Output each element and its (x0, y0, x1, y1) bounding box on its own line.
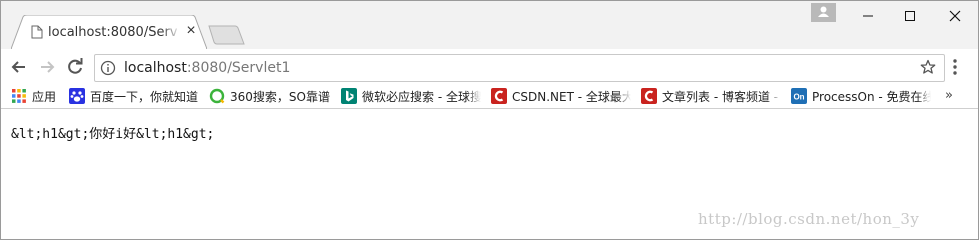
minimize-icon[interactable] (846, 1, 890, 31)
bookmark-label: 应用 (32, 89, 57, 104)
browser-window: localhost:8080/Servlet1 × (0, 0, 979, 240)
bing-icon (341, 88, 357, 104)
bookmark-processon[interactable]: On ProcessOn - 免费在线 (791, 85, 931, 107)
tab-strip: localhost:8080/Servlet1 × (1, 1, 978, 49)
url-host: localhost (124, 60, 187, 76)
label-fade (767, 85, 781, 107)
360-ring-icon (209, 88, 225, 104)
reload-icon[interactable] (65, 57, 85, 77)
bookmark-label: ProcessOn - 免费在线 (812, 89, 931, 104)
toolbar: localhost:8080/Servlet1 (1, 49, 978, 85)
apps-grid-icon (11, 88, 27, 104)
bookmark-label: 微软必应搜索 - 全球搜 (362, 89, 481, 104)
csdn-icon (491, 88, 507, 104)
url-text[interactable]: localhost:8080/Servlet1 (124, 60, 290, 76)
back-arrow-icon[interactable] (9, 57, 29, 77)
processon-icon: On (791, 88, 807, 104)
tab-title-fade (161, 21, 181, 43)
tab-title: localhost:8080/Servlet1 (48, 25, 178, 40)
label-fade (617, 85, 631, 107)
bookmark-label: 文章列表 - 博客频道 - (662, 89, 779, 104)
bookmark-csdn[interactable]: CSDN.NET - 全球最大 (491, 85, 631, 107)
bookmark-label: 360搜索，SO靠谱 (230, 89, 330, 104)
page-content: &lt;h1&gt;你好i好&lt;h1&gt; http://blog.csd… (1, 109, 978, 239)
baidu-paw-icon (69, 88, 85, 104)
label-fade (917, 85, 931, 107)
bookmark-blog-articles[interactable]: 文章列表 - 博客频道 - (641, 85, 781, 107)
bookmark-label: 百度一下，你就知道 (90, 89, 199, 104)
bookmark-apps[interactable]: 应用 (11, 85, 63, 107)
url-path: :8080/Servlet1 (186, 60, 291, 76)
new-tab-button[interactable] (208, 25, 246, 45)
tab-active[interactable]: localhost:8080/Servlet1 × (11, 15, 207, 49)
info-icon[interactable] (100, 60, 116, 76)
watermark: http://blog.csdn.net/hon_3y (698, 210, 920, 228)
bookmark-baidu[interactable]: 百度一下，你就知道 (69, 85, 201, 107)
tab-close-icon[interactable]: × (183, 23, 199, 39)
label-fade (467, 85, 481, 107)
bookmarks-overflow-icon[interactable]: » (945, 88, 953, 103)
forward-arrow-icon[interactable] (37, 57, 57, 77)
bookmarks-bar: 应用 百度一下，你就知道 360搜索，SO靠谱 微软必应搜索 - 全球搜 CSD… (1, 85, 978, 107)
address-bar[interactable]: localhost:8080/Servlet1 (94, 54, 945, 82)
svg-text:On: On (793, 93, 804, 102)
maximize-icon[interactable] (888, 1, 932, 31)
close-icon[interactable] (933, 1, 977, 31)
star-icon[interactable] (920, 59, 936, 75)
person-icon[interactable] (811, 3, 836, 22)
bookmark-label: CSDN.NET - 全球最大 (512, 89, 631, 104)
page-body-text: &lt;h1&gt;你好i好&lt;h1&gt; (11, 127, 215, 142)
bookmark-360[interactable]: 360搜索，SO靠谱 (209, 85, 333, 107)
kebab-menu-icon[interactable] (952, 58, 958, 76)
csdn-icon (641, 88, 657, 104)
document-icon (31, 25, 43, 39)
bookmark-bing[interactable]: 微软必应搜索 - 全球搜 (341, 85, 481, 107)
